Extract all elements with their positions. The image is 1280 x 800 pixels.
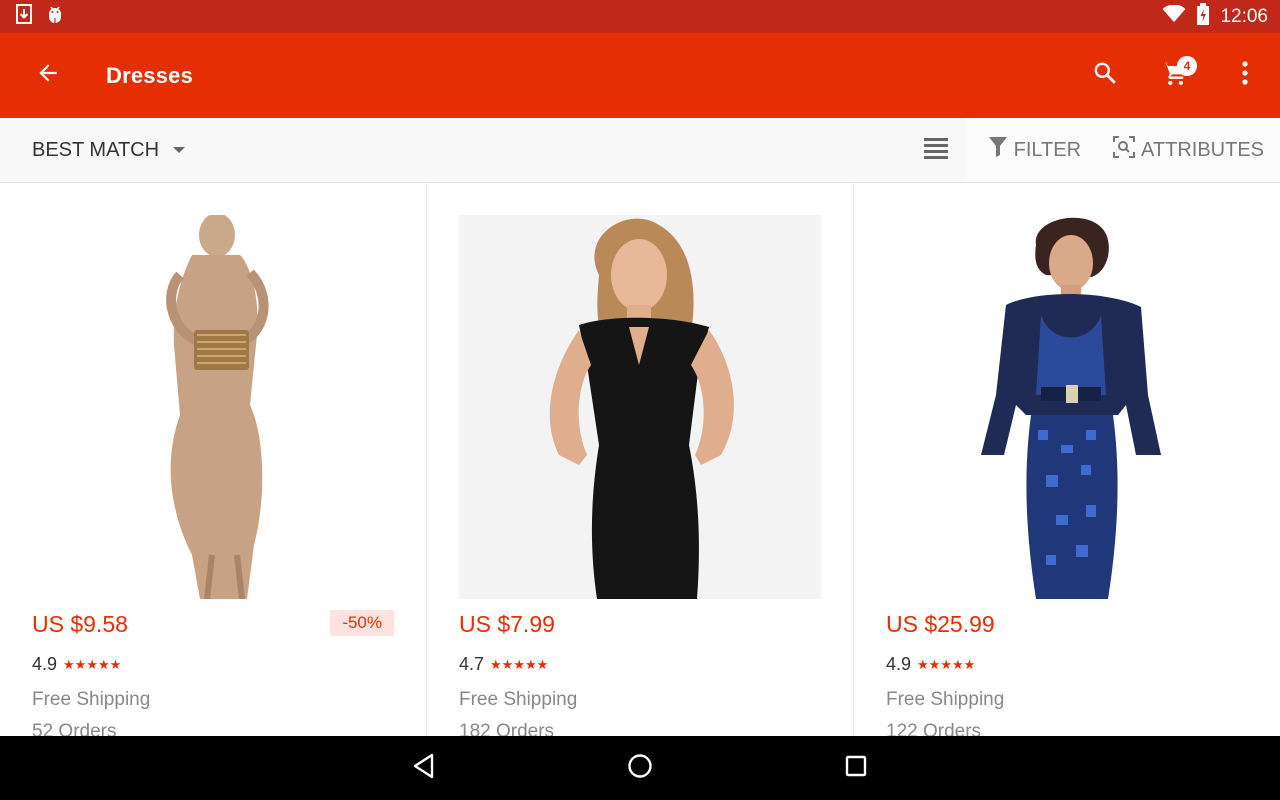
cart-button[interactable]: 4 <box>1140 48 1210 104</box>
rating-row: 4.9 ★★★★★ <box>886 654 975 675</box>
filter-label: FILTER <box>1013 138 1082 161</box>
rating-value: 4.9 <box>32 654 58 674</box>
order-count: 52 Orders <box>32 721 117 736</box>
status-notifications <box>0 4 64 29</box>
status-time: 12:06 <box>1220 5 1268 27</box>
product-image <box>32 213 394 600</box>
product-card[interactable]: US $25.99 4.9 ★★★★★ Free Shipping 122 Or… <box>854 183 1280 736</box>
system-nav-bar <box>0 736 1280 800</box>
star-rating-icon: ★★★★★ <box>917 656 976 672</box>
home-circle-icon <box>627 753 653 784</box>
recents-square-icon <box>845 755 867 782</box>
product-card[interactable]: US $9.58 -50% 4.9 ★★★★★ Free Shipping 52… <box>0 183 427 736</box>
nav-back-button[interactable] <box>391 740 457 796</box>
nav-recents-button[interactable] <box>823 740 889 796</box>
page-title: Dresses <box>106 62 194 88</box>
star-rating-icon: ★★★★★ <box>63 656 122 672</box>
back-arrow-icon <box>35 60 61 91</box>
product-price: US $25.99 <box>886 611 995 637</box>
back-button[interactable] <box>24 52 72 100</box>
product-price: US $7.99 <box>459 611 555 637</box>
attributes-label: ATTRIBUTES <box>1141 138 1264 161</box>
filter-group: FILTER ATTRIBUTES <box>965 118 1280 182</box>
product-image <box>459 215 821 599</box>
list-view-icon <box>923 136 949 165</box>
shipping-info: Free Shipping <box>32 689 151 710</box>
battery-icon <box>1196 3 1210 30</box>
more-options-button[interactable] <box>1210 48 1280 104</box>
attributes-icon <box>1113 136 1136 164</box>
status-bar: 12:06 <box>0 0 1280 33</box>
cart-badge: 4 <box>1177 55 1197 76</box>
sort-filter-bar: BEST MATCH FILTER ATTRIBUTES <box>0 118 1280 183</box>
dropdown-caret-icon <box>173 147 186 153</box>
attributes-button[interactable]: ATTRIBUTES <box>1097 118 1280 182</box>
rating-value: 4.9 <box>886 654 912 674</box>
star-rating-icon: ★★★★★ <box>490 656 549 672</box>
product-grid: US $9.58 -50% 4.9 ★★★★★ Free Shipping 52… <box>0 183 1280 736</box>
android-debug-icon <box>46 4 64 29</box>
rating-row: 4.9 ★★★★★ <box>32 654 121 675</box>
app-bar: Dresses 4 <box>0 33 1280 118</box>
funnel-icon <box>988 136 1008 164</box>
shipping-info: Free Shipping <box>459 689 578 710</box>
shipping-info: Free Shipping <box>886 689 1005 710</box>
view-toggle-button[interactable] <box>906 120 966 180</box>
rating-row: 4.7 ★★★★★ <box>459 654 548 675</box>
sort-dropdown[interactable]: BEST MATCH <box>32 138 186 162</box>
filter-button[interactable]: FILTER <box>972 118 1097 182</box>
discount-badge: -50% <box>330 610 394 636</box>
search-button[interactable] <box>1070 48 1140 104</box>
product-price: US $9.58 <box>32 611 128 637</box>
more-vert-icon <box>1241 60 1249 91</box>
download-icon <box>16 4 32 29</box>
rating-value: 4.7 <box>459 654 485 674</box>
wifi-icon <box>1162 4 1186 28</box>
order-count: 122 Orders <box>886 721 982 736</box>
order-count: 182 Orders <box>459 721 555 736</box>
product-image <box>886 215 1248 599</box>
back-triangle-icon <box>412 753 436 784</box>
nav-home-button[interactable] <box>607 740 673 796</box>
app-actions: 4 <box>1070 48 1280 104</box>
search-icon <box>1092 60 1118 91</box>
product-card[interactable]: US $7.99 4.7 ★★★★★ Free Shipping 182 Ord… <box>427 183 854 736</box>
sort-label: BEST MATCH <box>32 138 160 161</box>
status-system: 12:06 <box>1162 3 1280 30</box>
